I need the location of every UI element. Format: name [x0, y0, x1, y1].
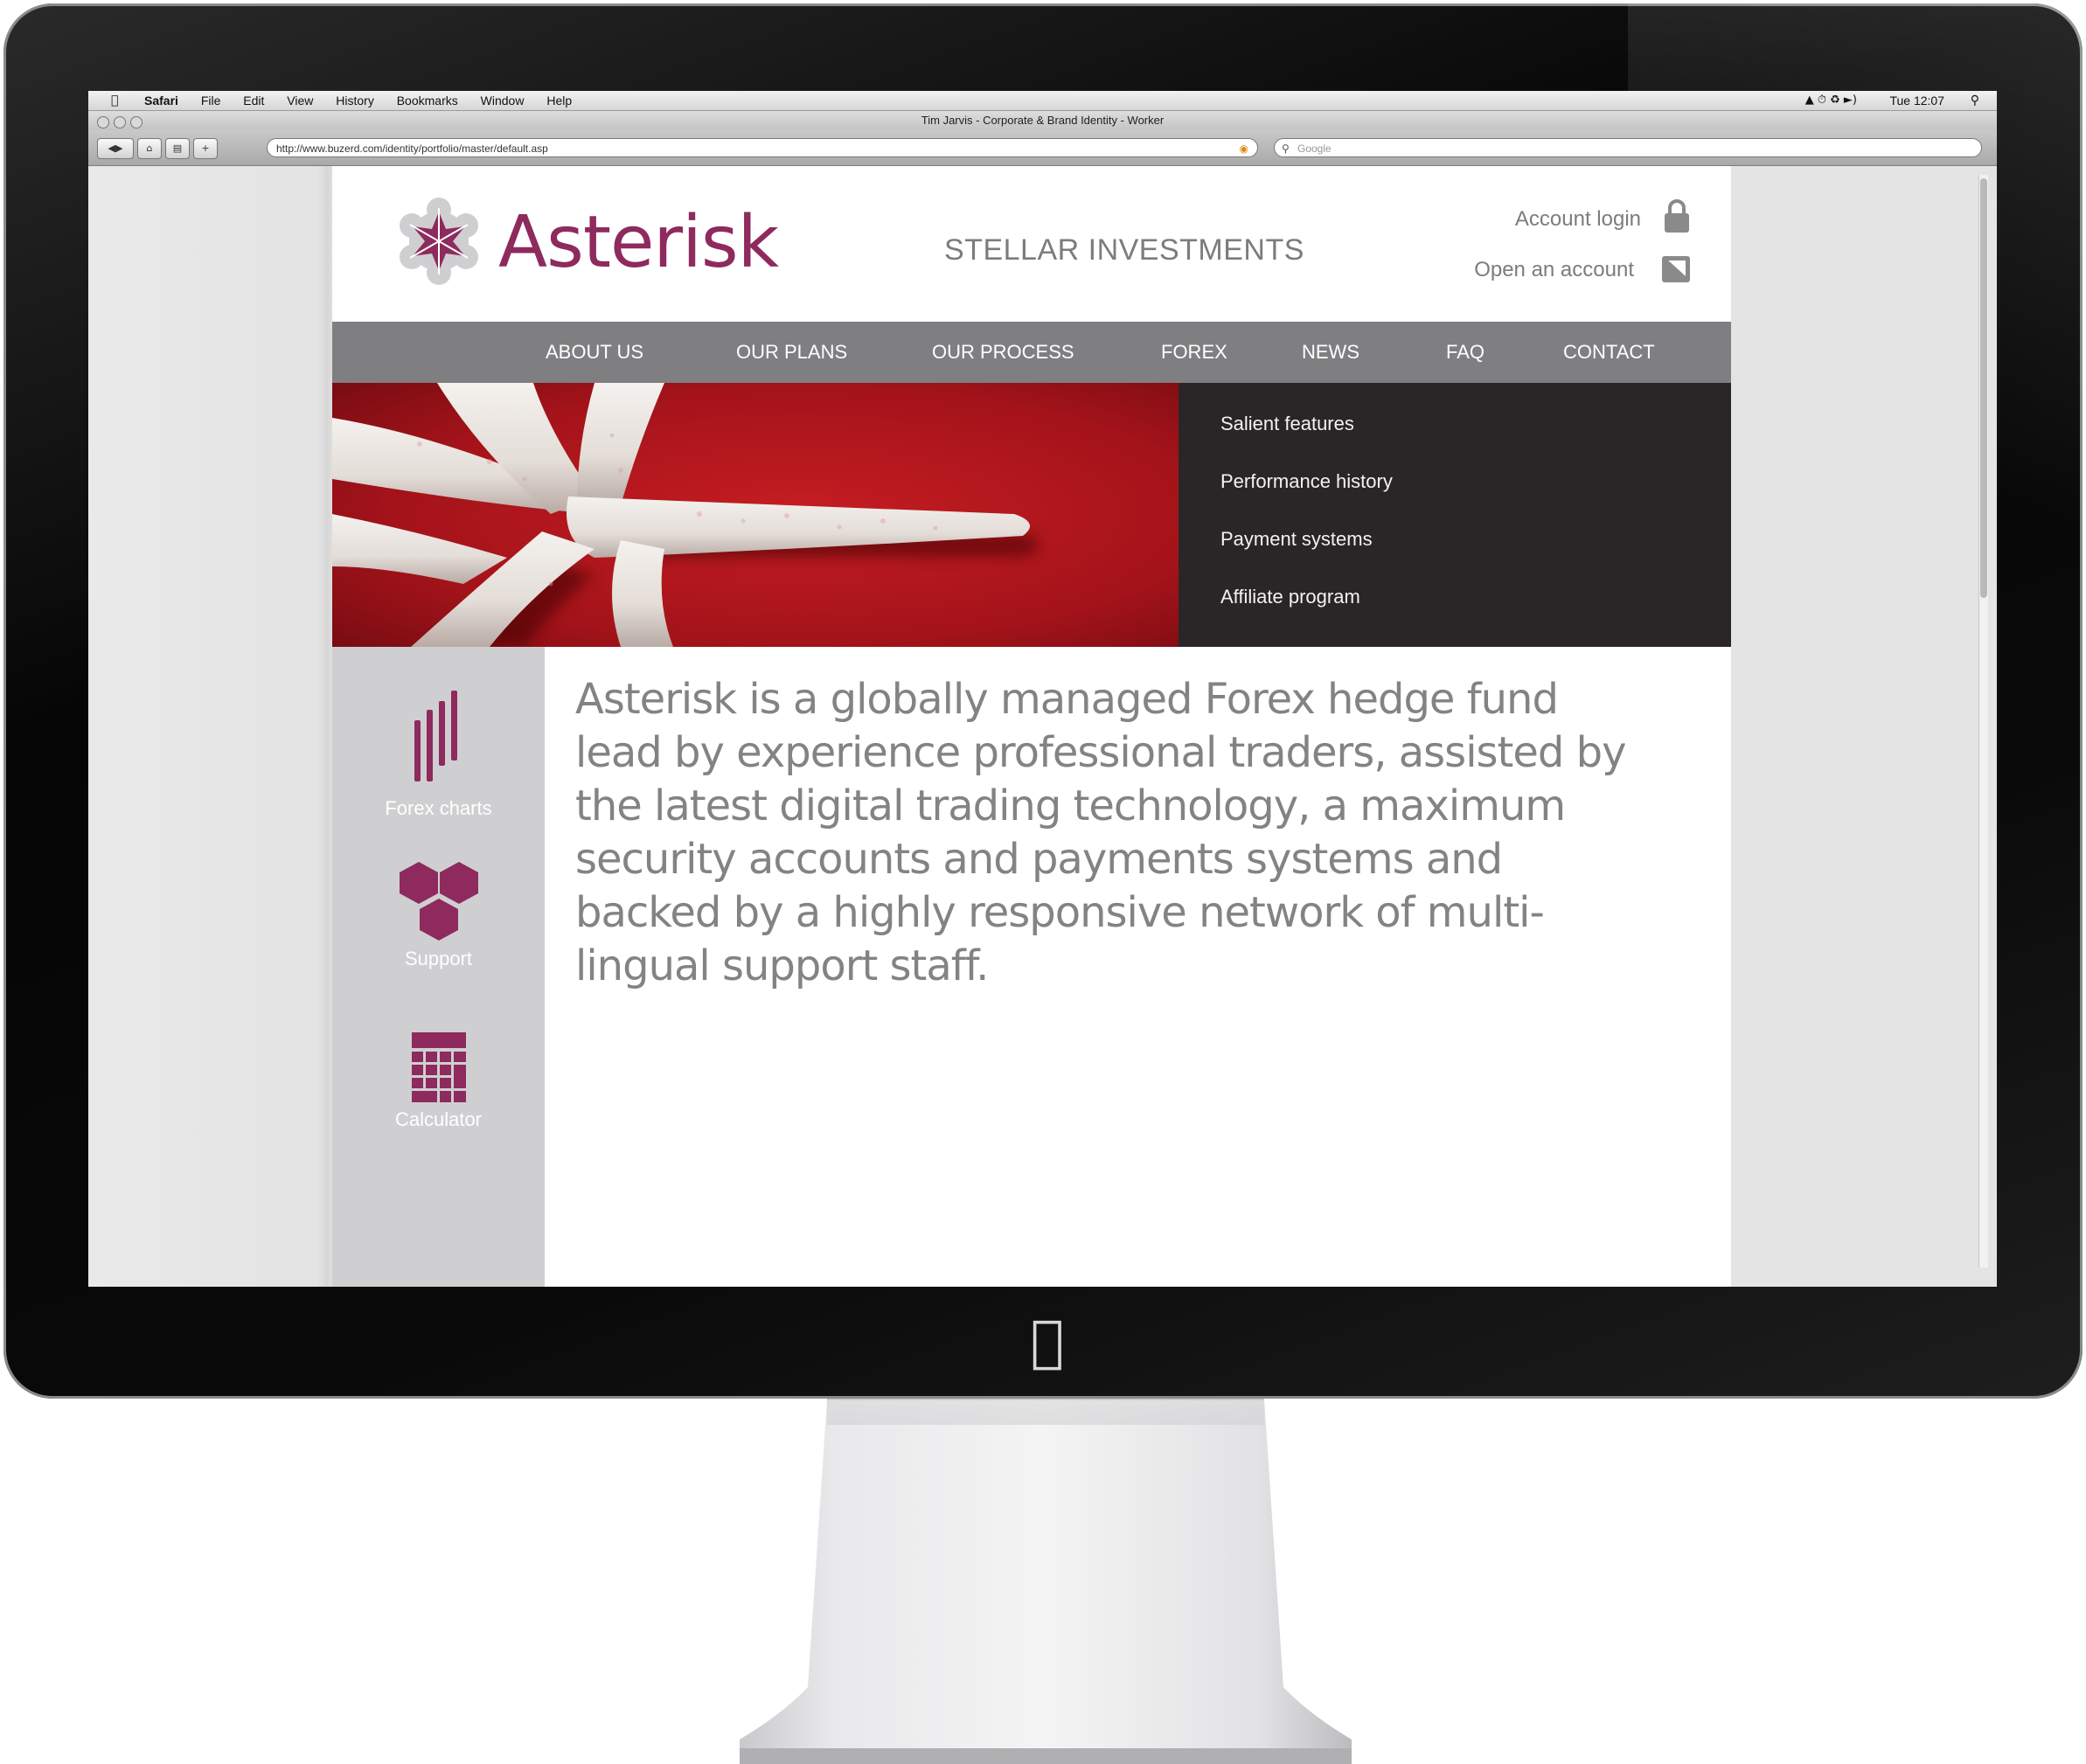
tool-calculator[interactable]: Calculator: [332, 1031, 545, 1132]
menu-window[interactable]: Window: [481, 94, 525, 108]
site-header: Asterisk STELLAR INVESTMENTS Account log…: [332, 166, 1731, 322]
menu-view[interactable]: View: [287, 94, 313, 108]
tool-forex-charts[interactable]: Forex charts: [332, 687, 545, 821]
nav-contact[interactable]: CONTACT: [1563, 322, 1655, 383]
brand-name[interactable]: Asterisk: [498, 199, 779, 287]
tagline: STELLAR INVESTMENTS: [944, 233, 1304, 267]
menu-help[interactable]: Help: [546, 94, 572, 108]
mac-menubar:  Safari File Edit View History Bookmark…: [88, 91, 1997, 111]
dropdown-item-affiliate-program[interactable]: Affiliate program: [1220, 584, 1360, 610]
scrollbar-thumb[interactable]: [1980, 178, 1987, 598]
zoom-window-button[interactable]: [130, 116, 143, 128]
forex-dropdown-menu: Salient features Performance history Pay…: [1179, 383, 1731, 647]
nav-our-process[interactable]: OUR PROCESS: [932, 322, 1074, 383]
hexagons-icon: [399, 862, 478, 941]
browser-toolbar: ◀▶ ⌂ ▤ + http://www.buzerd.com/identity/…: [88, 130, 1997, 166]
dropdown-item-payment-systems[interactable]: Payment systems: [1220, 526, 1373, 552]
nav-forex[interactable]: FOREX: [1161, 322, 1227, 383]
menu-file[interactable]: File: [201, 94, 221, 108]
open-account-link[interactable]: Open an account: [1474, 257, 1634, 283]
close-window-button[interactable]: [97, 116, 109, 128]
tool-label-support: Support: [404, 948, 473, 969]
search-placeholder: Google: [1297, 142, 1332, 155]
search-input[interactable]: ⚲ Google: [1274, 138, 1982, 157]
dropdown-item-salient-features[interactable]: Salient features: [1220, 411, 1354, 437]
bar-chart-icon: [414, 691, 457, 781]
menu-history[interactable]: History: [336, 94, 374, 108]
nav-about-us[interactable]: ABOUT US: [546, 322, 643, 383]
back-forward-buttons[interactable]: ◀▶: [97, 138, 134, 159]
apple-logo-icon: : [1021, 1311, 1074, 1372]
account-login-link[interactable]: Account login: [1515, 206, 1641, 233]
dropdown-item-performance-history[interactable]: Performance history: [1220, 469, 1393, 495]
bookmarks-icon[interactable]: ▤: [165, 138, 190, 159]
monitor-stand: [740, 1399, 1352, 1764]
starfish-hero-image: [332, 383, 1179, 647]
asterisk-logo-icon[interactable]: [395, 198, 483, 285]
website: Asterisk STELLAR INVESTMENTS Account log…: [332, 166, 1731, 1287]
tools-sidebar: Forex charts Support Calculator: [332, 647, 545, 1287]
screen:  Safari File Edit View History Bookmark…: [88, 91, 1997, 1287]
spotlight-icon[interactable]: ⚲: [1971, 91, 1979, 110]
menu-edit[interactable]: Edit: [243, 94, 264, 108]
tool-label-forex-charts: Forex charts: [385, 797, 492, 819]
menubar-clock[interactable]: Tue 12:07: [1889, 91, 1944, 110]
menu-list: Safari File Edit View History Bookmarks …: [144, 91, 591, 110]
open-account-icon[interactable]: [1661, 255, 1691, 283]
home-icon[interactable]: ⌂: [137, 138, 162, 159]
url-text: http://www.buzerd.com/identity/portfolio…: [276, 142, 548, 155]
status-icons[interactable]: ▲ ⏱ ♻ ►): [1805, 91, 1857, 110]
address-bar[interactable]: http://www.buzerd.com/identity/portfolio…: [267, 138, 1258, 157]
minimize-window-button[interactable]: [114, 116, 126, 128]
rss-icon[interactable]: ◉: [1240, 139, 1248, 156]
lock-icon[interactable]: [1663, 199, 1691, 233]
nav-faq[interactable]: FAQ: [1446, 322, 1485, 383]
intro-paragraph: Asterisk is a globally managed Forex hed…: [575, 675, 1626, 990]
add-bookmark-icon[interactable]: +: [193, 138, 218, 159]
app-menu[interactable]: Safari: [144, 94, 178, 108]
nav-our-plans[interactable]: OUR PLANS: [736, 322, 847, 383]
nav-news[interactable]: NEWS: [1302, 322, 1359, 383]
apple-menu-icon[interactable]: : [111, 91, 118, 110]
tool-label-calculator: Calculator: [394, 1108, 483, 1130]
menu-bookmarks[interactable]: Bookmarks: [397, 94, 458, 108]
search-icon: ⚲: [1282, 142, 1290, 155]
tool-support[interactable]: Support: [332, 862, 545, 971]
window-title: Tim Jarvis - Corporate & Brand Identity …: [921, 114, 1165, 127]
calculator-icon: [411, 1032, 466, 1102]
browser-viewport: Asterisk STELLAR INVESTMENTS Account log…: [88, 166, 1997, 1287]
main-nav: ABOUT US OUR PLANS OUR PROCESS FOREX NEW…: [332, 322, 1731, 383]
vertical-scrollbar[interactable]: [1978, 175, 1988, 1267]
window-titlebar: Tim Jarvis - Corporate & Brand Identity …: [88, 111, 1997, 130]
